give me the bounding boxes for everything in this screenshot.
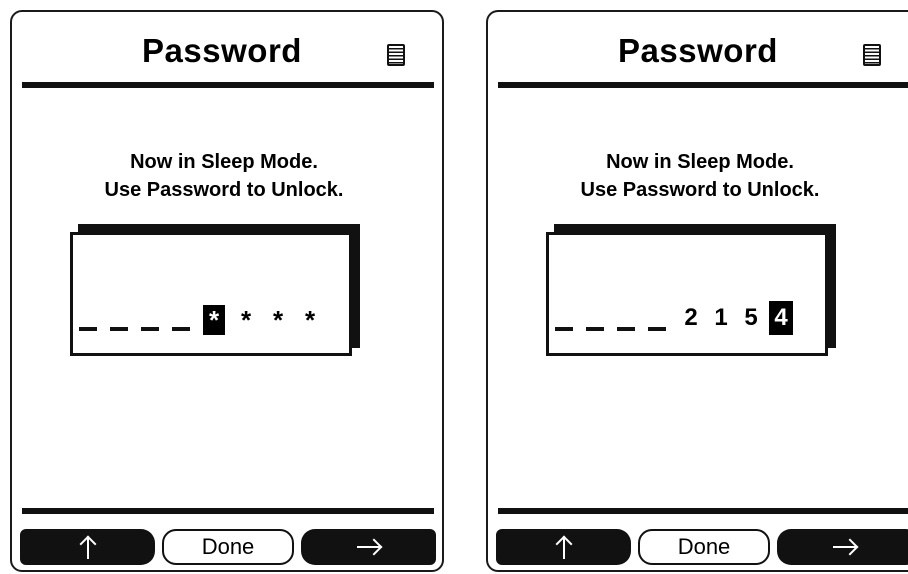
done-button[interactable]: Done: [162, 529, 294, 565]
password-digit[interactable]: *: [267, 305, 289, 335]
password-entry-box[interactable]: * * * *: [70, 232, 352, 356]
device-screen-left: Password Now in Sleep Mode. Use Password…: [10, 10, 444, 572]
up-button[interactable]: [20, 529, 155, 565]
password-digit[interactable]: *: [299, 305, 321, 335]
sleep-message: Now in Sleep Mode. Use Password to Unloc…: [12, 148, 436, 204]
right-arrow-icon: [832, 537, 858, 557]
softkey-divider: [498, 508, 908, 514]
softkey-divider: [22, 508, 434, 514]
softkey-bar: Done: [20, 529, 436, 565]
password-placeholder: [172, 327, 190, 331]
menu-list-icon[interactable]: [387, 44, 405, 66]
screen-title: Password: [618, 32, 778, 69]
password-entry-box[interactable]: 2 1 5 4: [546, 232, 828, 356]
done-button[interactable]: Done: [638, 529, 770, 565]
password-row: * * * *: [79, 295, 331, 335]
password-placeholder: [79, 327, 97, 331]
title-divider: [22, 82, 434, 88]
next-button[interactable]: [777, 529, 908, 565]
sleep-message-line1: Now in Sleep Mode.: [606, 151, 794, 173]
softkey-bar: Done: [496, 529, 908, 565]
sleep-message-line2: Use Password to Unlock.: [104, 179, 344, 201]
menu-list-icon[interactable]: [863, 44, 881, 66]
password-placeholder: [586, 327, 604, 331]
password-digit[interactable]: *: [235, 305, 257, 335]
password-placeholder: [555, 327, 573, 331]
title-divider: [498, 82, 908, 88]
device-screen-right: Password Now in Sleep Mode. Use Password…: [486, 10, 908, 572]
sleep-message: Now in Sleep Mode. Use Password to Unloc…: [488, 148, 908, 204]
next-button[interactable]: [301, 529, 436, 565]
up-arrow-icon: [554, 535, 574, 559]
screen-title: Password: [142, 32, 302, 69]
password-digit-active[interactable]: *: [203, 305, 225, 335]
sleep-message-line1: Now in Sleep Mode.: [130, 151, 318, 173]
password-digit[interactable]: 5: [739, 301, 763, 335]
password-digit-active[interactable]: 4: [769, 301, 793, 335]
password-row: 2 1 5 4: [555, 295, 799, 335]
password-placeholder: [110, 327, 128, 331]
right-arrow-icon: [356, 537, 382, 557]
password-digit[interactable]: 1: [709, 301, 733, 335]
sleep-message-line2: Use Password to Unlock.: [580, 179, 820, 201]
password-placeholder: [648, 327, 666, 331]
password-digit[interactable]: 2: [679, 301, 703, 335]
up-arrow-icon: [78, 535, 98, 559]
up-button[interactable]: [496, 529, 631, 565]
password-placeholder: [617, 327, 635, 331]
password-placeholder: [141, 327, 159, 331]
